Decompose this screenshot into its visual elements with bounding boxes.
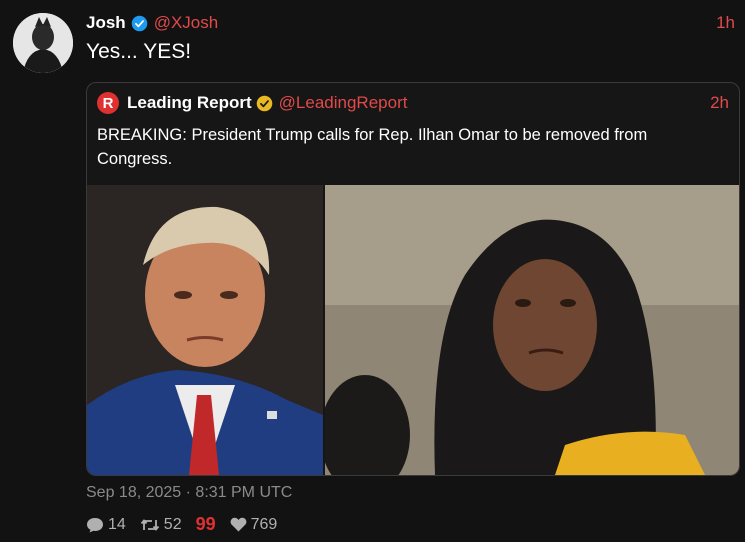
retweet-count: 52 [163,515,182,533]
leading-report-logo-icon: R [97,92,119,114]
reply-button[interactable]: 14 [86,516,126,534]
tweet-header: Josh @XJosh 1h [86,12,735,34]
author-handle[interactable]: @XJosh [154,13,219,33]
photo-left[interactable] [87,185,323,475]
like-count: 769 [250,515,278,533]
quote-tweet-button[interactable]: 99 [196,514,216,535]
tweet-text: Yes... YES! [86,40,192,63]
quoted-time[interactable]: 2h [710,93,729,113]
tweet-time[interactable]: 1h [716,13,735,33]
quoted-author-name[interactable]: Leading Report [127,93,252,113]
heart-icon [230,517,247,532]
avatar[interactable] [13,13,73,73]
photo-right[interactable] [325,185,739,475]
retweet-icon [140,518,159,531]
reply-count: 14 [108,515,126,533]
quoted-header: R Leading Report @LeadingReport 2h [97,92,729,114]
quoted-text: BREAKING: President Trump calls for Rep.… [97,126,648,168]
like-button[interactable]: 769 [230,515,278,534]
quoted-author-handle[interactable]: @LeadingReport [279,93,408,113]
verified-badge-icon [131,15,147,31]
retweet-button[interactable]: 52 [140,516,182,534]
author-name[interactable]: Josh [86,13,126,33]
tweet-actions: 14 52 99 769 [86,514,291,535]
tweet: Josh @XJosh 1h Yes... YES! R Leading Rep… [0,0,745,542]
reply-icon [87,517,103,532]
tweet-timestamp[interactable]: Sep 18, 2025 · 8:31 PM UTC [86,484,292,502]
verified-gold-badge-icon [256,95,272,111]
quoted-tweet[interactable]: R Leading Report @LeadingReport 2h BREAK… [86,82,740,476]
quoted-media[interactable] [87,185,739,475]
